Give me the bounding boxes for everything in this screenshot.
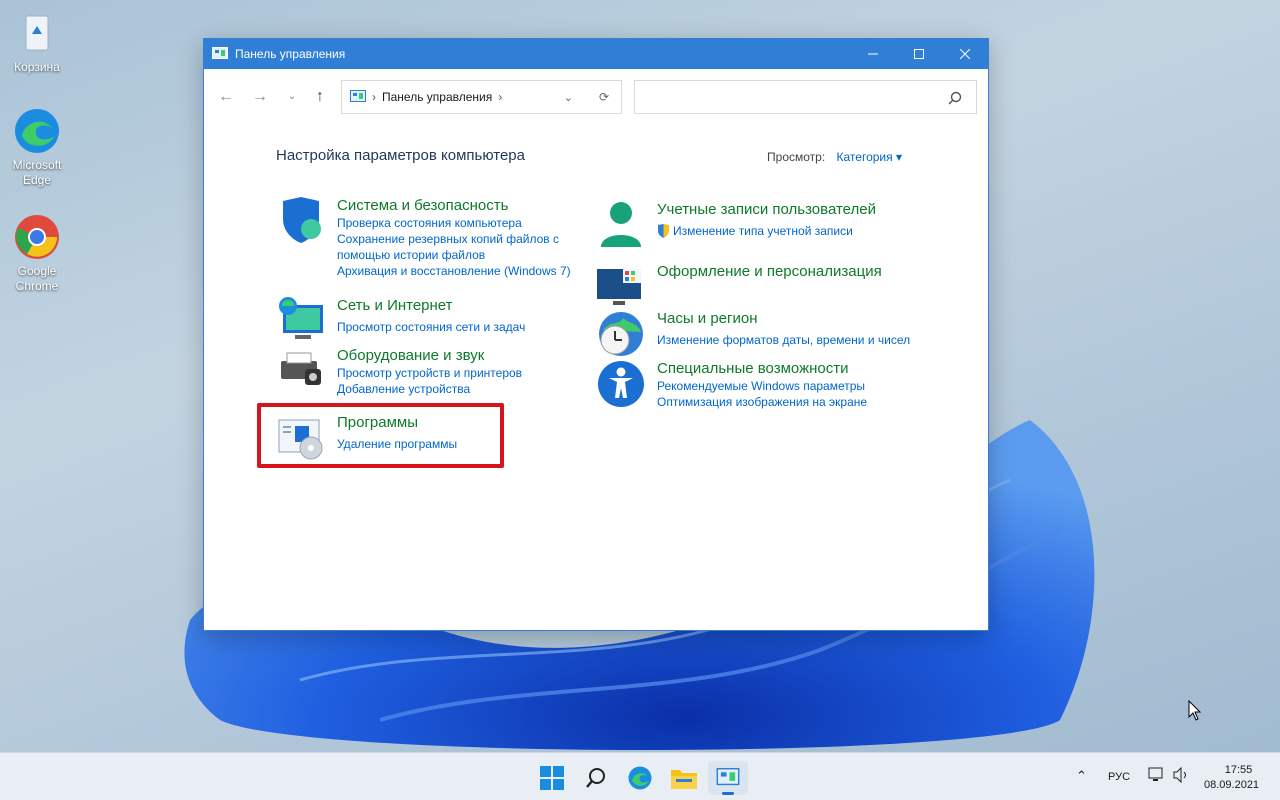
arrow-right-icon: → [252, 88, 268, 105]
category-system-security: Система и безопасность Проверка состояни… [283, 197, 571, 279]
folder-icon [671, 770, 697, 789]
close-icon [960, 49, 970, 59]
category-hardware: Оборудование и звук Просмотр устройств и… [281, 347, 522, 397]
close-button[interactable] [942, 39, 988, 69]
chevron-right-icon: › [372, 90, 376, 104]
category-accessibility: Специальные возможности Рекомендуемые Wi… [598, 360, 867, 410]
category-link[interactable]: Рекомендуемые Windows параметры [657, 378, 867, 394]
arrow-left-icon: ← [218, 88, 234, 105]
chevron-right-icon: › [498, 90, 503, 104]
category-link[interactable]: Просмотр состояния сети и задач [337, 319, 525, 335]
category-link[interactable]: помощью истории файлов [337, 247, 571, 263]
category-link[interactable]: Добавление устройства [337, 381, 522, 397]
category-link[interactable]: Просмотр устройств и принтеров [337, 365, 522, 381]
search-icon [948, 91, 962, 105]
page-heading: Настройка параметров компьютера [276, 147, 525, 164]
recent-locations-button[interactable]: ⌄ [282, 87, 302, 107]
category-title[interactable]: Система и безопасность [337, 197, 571, 215]
refresh-icon[interactable]: ⟳ [599, 90, 609, 104]
window-title: Панель управления [235, 47, 346, 61]
printer-icon [281, 352, 321, 385]
language-indicator[interactable]: РУС [1108, 771, 1130, 783]
control-panel-window: Панель управления ← → ⌄ ↑ › Панель управ… [203, 38, 989, 631]
desktop-icon-label: Google Chrome [15, 264, 59, 293]
view-by-dropdown[interactable]: Категория ▾ [837, 150, 902, 164]
show-hidden-icons-button[interactable]: ⌃ [1076, 768, 1087, 784]
category-title[interactable]: Оборудование и звук [337, 347, 522, 365]
category-link[interactable]: Изменение типа учетной записи [657, 223, 876, 239]
desktop-icon-edge[interactable]: Microsoft Edge [6, 108, 68, 188]
search-icon [586, 768, 605, 788]
uac-shield-icon [658, 224, 669, 238]
category-clock-region: Часы и регион Изменение форматов даты, в… [599, 310, 910, 356]
appearance-icon [597, 269, 641, 305]
user-icon [601, 202, 641, 247]
start-button[interactable] [532, 761, 572, 795]
accessibility-icon [598, 361, 644, 407]
category-title[interactable]: Сеть и Интернет [337, 297, 525, 315]
desktop-icon-label: Корзина [14, 60, 60, 74]
back-button[interactable]: ← [216, 87, 236, 107]
desktop-icon-chrome[interactable]: Google Chrome [6, 214, 68, 294]
taskbar-file-explorer[interactable] [664, 761, 704, 795]
clock-globe-icon [599, 312, 643, 356]
caret-down-icon: ▾ [895, 150, 902, 164]
category-network: Сеть и Интернет Просмотр состояния сети … [279, 297, 525, 339]
chevron-up-icon: ⌃ [1076, 768, 1087, 783]
arrow-up-icon: ↑ [316, 88, 324, 105]
view-by-label: Просмотр: [767, 150, 826, 164]
category-link[interactable]: Изменение форматов даты, времени и чисел [657, 332, 910, 348]
maximize-icon [914, 49, 924, 59]
taskbar-edge[interactable] [620, 761, 660, 795]
title-bar: Панель управления [204, 39, 988, 69]
category-user-accounts: Учетные записи пользователей Изменение т… [601, 201, 876, 247]
chevron-down-icon: ⌄ [287, 91, 297, 102]
category-title[interactable]: Учетные записи пользователей [657, 201, 876, 219]
up-button[interactable]: ↑ [310, 87, 330, 107]
edge-icon [14, 108, 60, 154]
edge-icon [628, 766, 652, 790]
control-panel-icon [212, 47, 228, 59]
recycle-bin-icon [14, 10, 60, 56]
view-by: Просмотр: Категория ▾ [767, 150, 902, 164]
control-panel-icon [350, 90, 366, 102]
taskbar-control-panel[interactable] [708, 761, 748, 795]
control-panel-icon [716, 768, 740, 786]
clock-date: 08.09.2021 [1204, 779, 1260, 791]
clock[interactable]: 17:55 08.09.2021 [1204, 763, 1259, 793]
desktop-icon-recycle-bin[interactable]: Корзина [6, 10, 68, 75]
clock-time: 17:55 [1224, 764, 1253, 776]
minimize-button[interactable] [850, 39, 896, 69]
shield-icon [283, 197, 321, 243]
address-dropdown-icon[interactable]: ⌄ [564, 91, 573, 104]
network-icon[interactable] [1148, 767, 1166, 786]
minimize-icon [868, 53, 878, 55]
windows-logo-icon [540, 766, 564, 790]
category-title[interactable]: Часы и регион [657, 310, 910, 328]
address-bar[interactable]: › Панель управления › ⌄ ⟳ [341, 80, 622, 114]
volume-icon[interactable] [1172, 766, 1190, 786]
desktop-icon-label: Microsoft Edge [12, 158, 62, 187]
breadcrumb[interactable]: Панель управления [382, 90, 492, 104]
highlight-box [257, 403, 504, 468]
category-link[interactable]: Архивация и восстановление (Windows 7) [337, 263, 571, 279]
category-title[interactable]: Оформление и персонализация [657, 263, 882, 281]
search-button[interactable] [576, 761, 616, 795]
globe-monitor-icon [279, 297, 323, 339]
category-link[interactable]: Проверка состояния компьютера [337, 215, 571, 231]
maximize-button[interactable] [896, 39, 942, 69]
category-title[interactable]: Специальные возможности [657, 360, 867, 378]
chrome-icon [14, 214, 60, 260]
forward-button[interactable]: → [250, 87, 270, 107]
category-link[interactable]: Оптимизация изображения на экране [657, 394, 867, 410]
category-appearance: Оформление и персонализация [597, 263, 882, 305]
active-indicator [722, 792, 734, 795]
search-input[interactable] [634, 80, 977, 114]
taskbar: ⌃ РУС 17:55 08.09.2021 [0, 752, 1280, 800]
mouse-cursor-icon [1188, 700, 1202, 721]
category-link[interactable]: Сохранение резервных копий файлов с [337, 231, 571, 247]
